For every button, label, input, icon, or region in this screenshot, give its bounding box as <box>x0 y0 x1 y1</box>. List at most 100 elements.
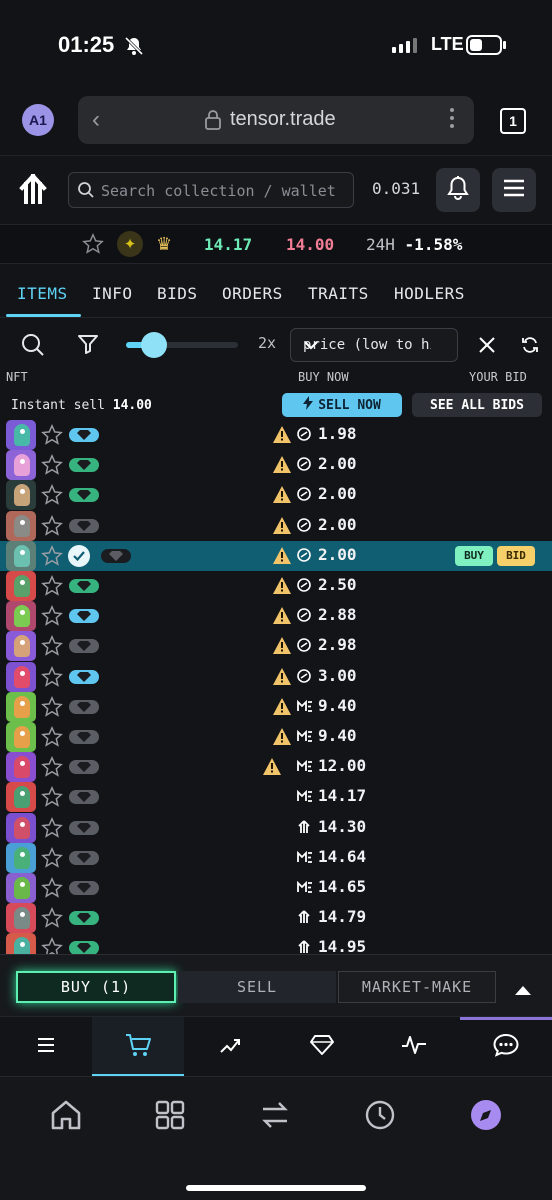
address-bar[interactable]: ‹ tensor.trade <box>78 96 474 144</box>
magic-eden-icon <box>297 729 313 747</box>
nft-thumbnail[interactable] <box>6 420 36 450</box>
nft-row[interactable]: 2.50 <box>0 571 552 601</box>
tab-orders[interactable]: ORDERS <box>222 284 283 303</box>
favorite-star-icon[interactable] <box>41 846 63 874</box>
explore-button[interactable] <box>466 1097 506 1137</box>
sort-select[interactable]: price (low to high) <box>290 328 458 362</box>
nft-row[interactable]: 9.40 <box>0 691 552 723</box>
nft-thumbnail[interactable] <box>6 691 36 722</box>
nft-thumbnail[interactable] <box>6 752 36 783</box>
favorite-star-icon[interactable] <box>41 786 63 813</box>
see-all-bids-button[interactable]: SEE ALL BIDS <box>412 393 542 417</box>
nft-thumbnail[interactable] <box>6 782 36 813</box>
buy-tab[interactable]: BUY (1) <box>16 971 176 1003</box>
favorite-star-icon[interactable] <box>41 726 63 753</box>
selected-check-icon[interactable] <box>68 544 90 567</box>
nft-thumbnail[interactable] <box>6 631 36 662</box>
tab-hodlers[interactable]: HODLERS <box>394 284 465 303</box>
nft-thumbnail[interactable] <box>6 873 36 903</box>
favorite-star-icon[interactable] <box>41 816 63 844</box>
notifications-button[interactable] <box>436 168 480 212</box>
nft-thumbnail[interactable] <box>6 812 36 843</box>
favorite-star-icon[interactable] <box>41 424 63 451</box>
nft-thumbnail[interactable] <box>6 510 36 541</box>
nft-row[interactable]: 2.00 <box>0 510 552 542</box>
favorite-star-icon[interactable] <box>41 665 63 693</box>
tab-bids[interactable]: BIDS <box>157 284 198 303</box>
nft-row[interactable]: 1.98 <box>0 420 552 450</box>
nft-thumbnail[interactable] <box>6 540 36 571</box>
nft-thumbnail[interactable] <box>6 601 36 632</box>
tab-cart[interactable] <box>92 1017 184 1077</box>
more-icon[interactable] <box>450 108 454 128</box>
main-menu-button[interactable] <box>492 168 536 212</box>
search-input[interactable] <box>101 177 349 205</box>
nft-row[interactable]: 2.88 <box>0 601 552 632</box>
favorite-star-icon[interactable] <box>82 233 104 260</box>
favorite-star-icon[interactable] <box>41 756 63 783</box>
nft-row[interactable]: 14.65 <box>0 873 552 903</box>
search-icon[interactable] <box>20 332 46 363</box>
tensor-logo-icon[interactable] <box>16 173 50 209</box>
nft-thumbnail[interactable] <box>6 933 36 954</box>
nft-thumbnail[interactable] <box>6 480 36 511</box>
favorite-star-icon[interactable] <box>41 695 63 723</box>
tab-activity[interactable] <box>368 1017 460 1077</box>
nft-row[interactable]: 9.40 <box>0 722 552 752</box>
nft-row[interactable]: 2.00 <box>0 450 552 481</box>
favorite-star-icon[interactable] <box>41 454 63 481</box>
nft-row[interactable]: 14.30 <box>0 812 552 844</box>
tabs-button[interactable]: 1 <box>500 108 526 134</box>
tab-diamond[interactable] <box>276 1017 368 1077</box>
tab-traits[interactable]: TRAITS <box>308 284 369 303</box>
tab-chat[interactable] <box>460 1017 552 1077</box>
nft-row[interactable]: 3.00 <box>0 661 552 693</box>
sell-now-button[interactable]: SELL NOW <box>282 393 402 417</box>
home-button[interactable] <box>46 1097 86 1137</box>
favorite-star-icon[interactable] <box>41 907 63 934</box>
favorite-star-icon[interactable] <box>41 877 63 904</box>
swap-button[interactable] <box>255 1097 295 1137</box>
nft-thumbnail[interactable] <box>6 903 36 934</box>
tab-grid-button[interactable] <box>150 1097 190 1137</box>
market-make-tab[interactable]: MARKET-MAKE <box>338 971 496 1003</box>
favorite-star-icon[interactable] <box>41 484 63 511</box>
nft-row[interactable]: 14.95 <box>0 933 552 954</box>
nft-row[interactable]: 12.00 <box>0 752 552 783</box>
account-avatar[interactable]: A1 <box>22 104 54 136</box>
nft-row[interactable]: 14.79 <box>0 903 552 934</box>
row-buy-button[interactable]: BUY <box>455 545 493 566</box>
nft-row[interactable]: 14.64 <box>0 842 552 874</box>
nft-thumbnail[interactable] <box>6 722 36 752</box>
favorite-star-icon[interactable] <box>41 605 63 632</box>
nft-row[interactable]: 2.00 BUY BID <box>0 540 552 572</box>
slider-handle[interactable] <box>141 332 167 358</box>
grid-size-slider[interactable] <box>126 332 238 358</box>
favorite-star-icon[interactable] <box>41 635 63 662</box>
nft-thumbnail[interactable] <box>6 450 36 481</box>
clear-icon[interactable] <box>476 332 498 363</box>
nft-row[interactable]: 14.17 <box>0 782 552 813</box>
favorite-star-icon[interactable] <box>41 514 63 542</box>
rarity-gem-icon <box>69 941 99 954</box>
favorite-star-icon[interactable] <box>41 575 63 602</box>
tab-info[interactable]: INFO <box>92 284 133 303</box>
search-box[interactable] <box>68 172 354 208</box>
tab-chart[interactable] <box>184 1017 276 1077</box>
nft-thumbnail[interactable] <box>6 661 36 692</box>
favorite-star-icon[interactable] <box>41 544 63 572</box>
row-bid-button[interactable]: BID <box>497 545 535 566</box>
nft-row[interactable]: 2.00 <box>0 480 552 511</box>
history-button[interactable] <box>360 1097 400 1137</box>
expand-caret-icon[interactable] <box>514 981 532 1000</box>
nft-thumbnail[interactable] <box>6 842 36 873</box>
tab-items[interactable]: ITEMS <box>17 284 68 303</box>
filter-icon[interactable] <box>76 332 100 361</box>
refresh-icon[interactable] <box>520 332 540 363</box>
back-icon[interactable]: ‹ <box>92 106 100 134</box>
tab-menu[interactable] <box>0 1017 92 1077</box>
sell-tab[interactable]: SELL <box>178 971 336 1003</box>
nft-row[interactable]: 2.98 <box>0 631 552 662</box>
nft-thumbnail[interactable] <box>6 571 36 601</box>
favorite-star-icon[interactable] <box>41 937 63 954</box>
